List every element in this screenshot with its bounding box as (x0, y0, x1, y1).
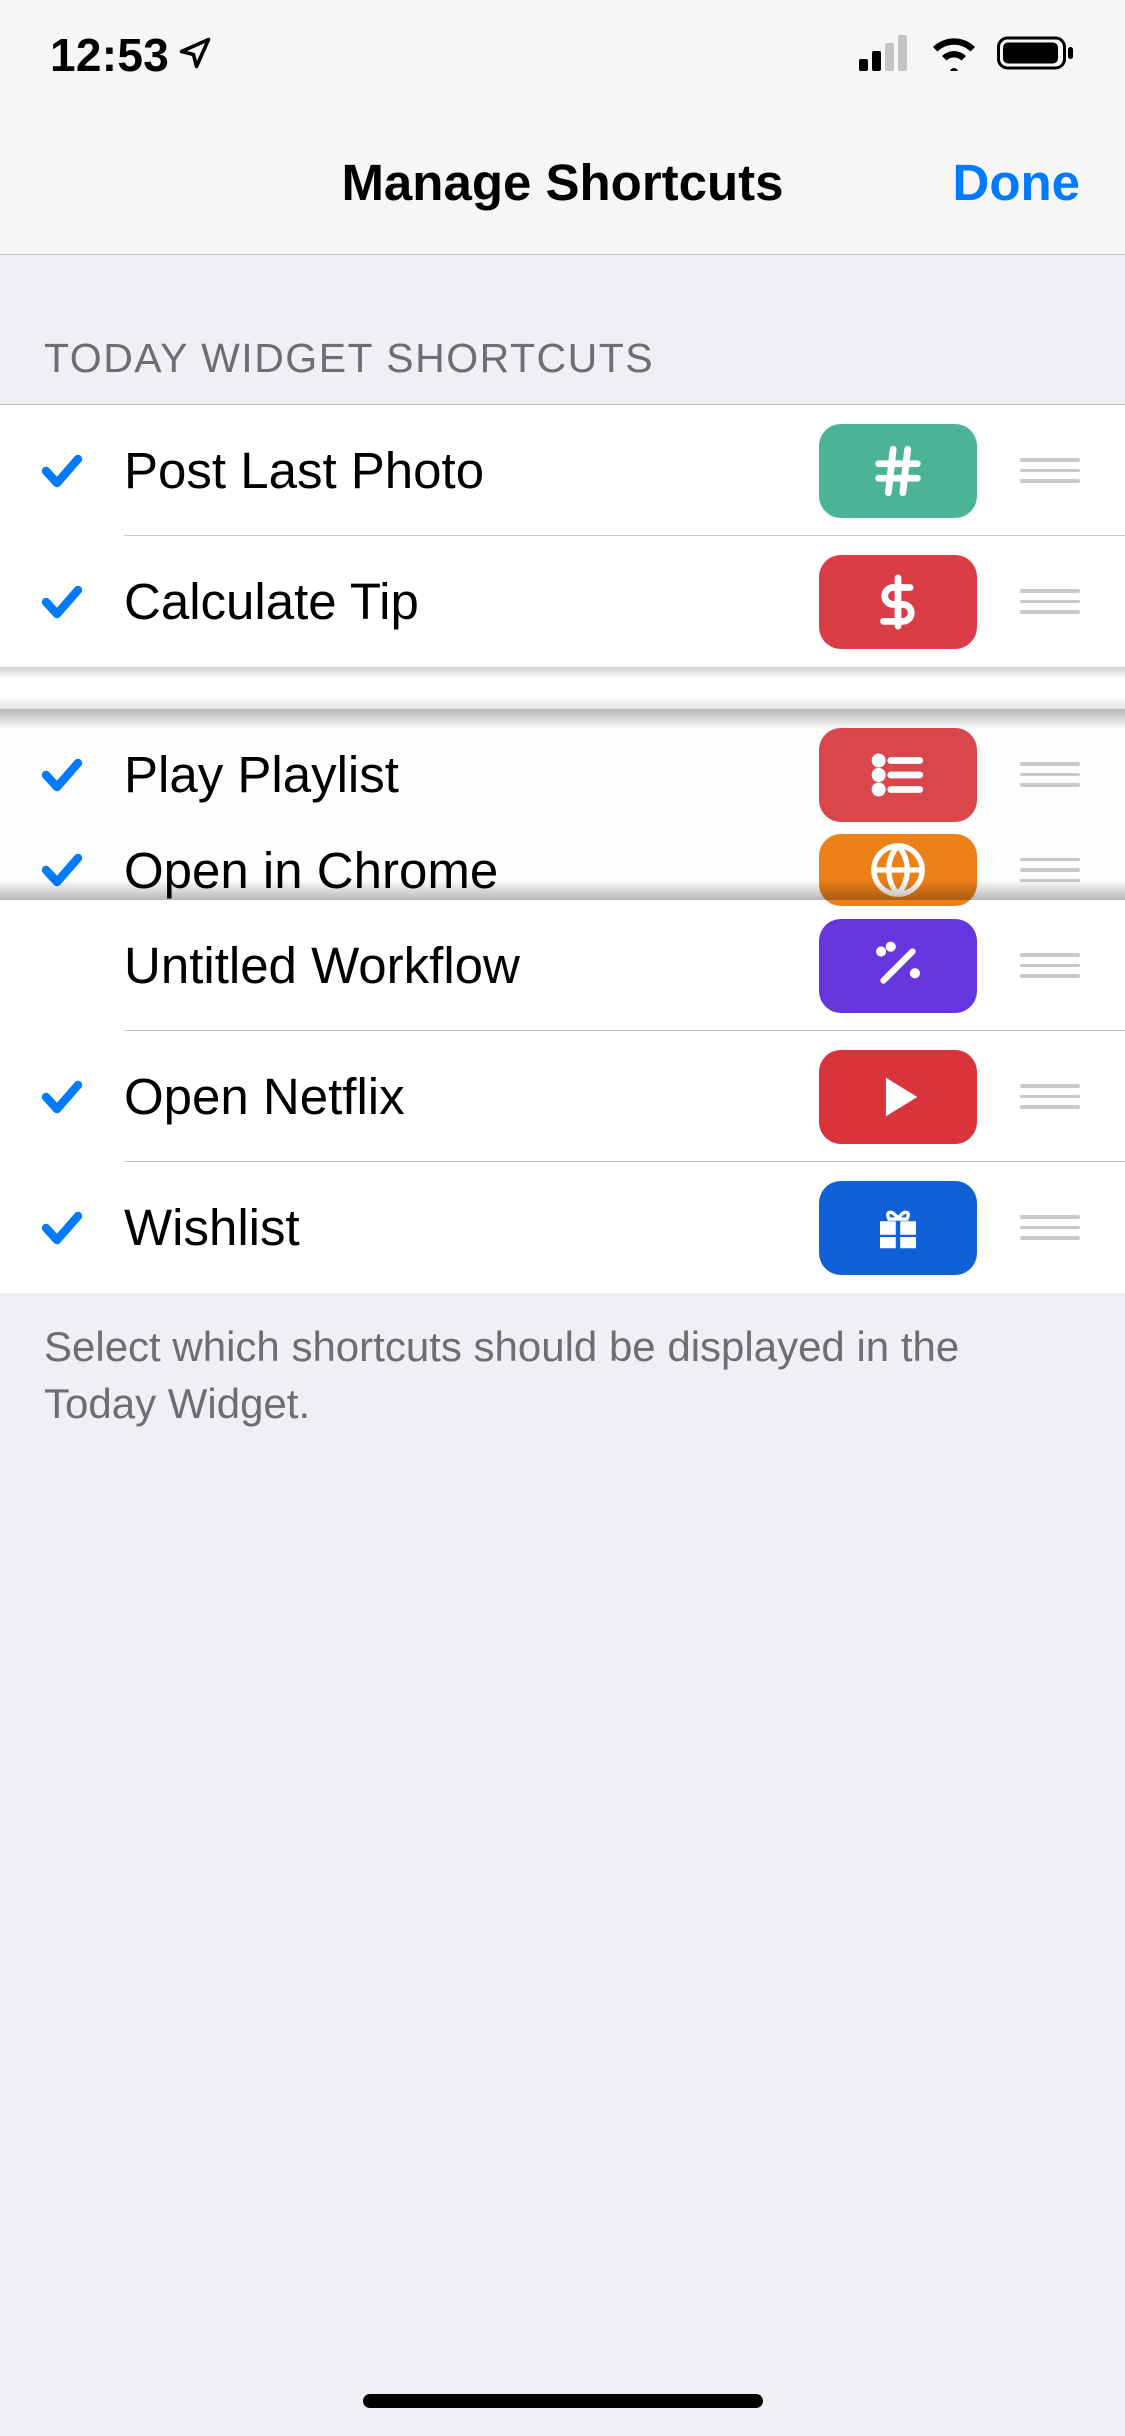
checkmark-icon[interactable] (0, 578, 124, 626)
globe-icon (819, 834, 977, 906)
page-title: Manage Shortcuts (341, 153, 783, 212)
drag-handle-icon[interactable] (1015, 458, 1085, 483)
status-bar: 12:53 (0, 0, 1125, 110)
list-item[interactable]: Open Netflix (0, 1031, 1125, 1162)
checkmark-icon[interactable] (0, 1204, 124, 1252)
status-time: 12:53 (50, 28, 169, 82)
list-item-label: Calculate Tip (124, 572, 819, 631)
drag-handle-icon[interactable] (1015, 1084, 1085, 1109)
checkmark-icon[interactable] (0, 751, 124, 799)
list-item-label: Open Netflix (124, 1067, 819, 1126)
drag-handle-icon[interactable] (1015, 762, 1085, 787)
hash-icon (819, 424, 977, 518)
shortcut-list: Post Last Photo Calculate Tip Play Playl… (0, 404, 1125, 1293)
wand-icon (819, 919, 977, 1013)
drag-handle-icon[interactable] (1015, 589, 1085, 614)
gift-icon (819, 1181, 977, 1275)
list-item-label: Untitled Workflow (124, 936, 819, 995)
wifi-icon (929, 35, 979, 76)
battery-icon (997, 35, 1075, 76)
list-icon (819, 728, 977, 822)
list-item-label: Play Playlist (124, 745, 819, 804)
list-item[interactable]: Open in Chrome (0, 840, 1125, 900)
checkmark-icon[interactable] (0, 447, 124, 495)
drag-handle-icon[interactable] (1015, 1215, 1085, 1240)
cellular-signal-icon (859, 35, 911, 76)
drag-handle-icon[interactable] (1015, 858, 1085, 883)
navigation-bar: Manage Shortcuts Done (0, 110, 1125, 255)
list-item[interactable]: Wishlist (0, 1162, 1125, 1293)
list-item[interactable]: Post Last Photo (0, 405, 1125, 536)
list-item[interactable]: Play Playlist (0, 709, 1125, 840)
dollar-icon (819, 555, 977, 649)
list-item-label: Post Last Photo (124, 441, 819, 500)
home-indicator[interactable] (363, 2394, 763, 2408)
play-icon (819, 1050, 977, 1144)
done-button[interactable]: Done (953, 153, 1081, 212)
location-icon (177, 35, 213, 76)
list-item[interactable]: Untitled Workflow (0, 900, 1125, 1031)
drag-gap (0, 667, 1125, 709)
section-footer: Select which shortcuts should be display… (0, 1293, 1125, 1458)
section-header: TODAY WIDGET SHORTCUTS (0, 255, 1125, 404)
list-item-label: Open in Chrome (124, 841, 819, 900)
dragged-item-group: Play Playlist Open in Chrome (0, 709, 1125, 900)
list-item-label: Wishlist (124, 1198, 819, 1257)
checkmark-icon[interactable] (0, 846, 124, 894)
list-item[interactable]: Calculate Tip (0, 536, 1125, 667)
checkmark-icon[interactable] (0, 1073, 124, 1121)
drag-handle-icon[interactable] (1015, 953, 1085, 978)
